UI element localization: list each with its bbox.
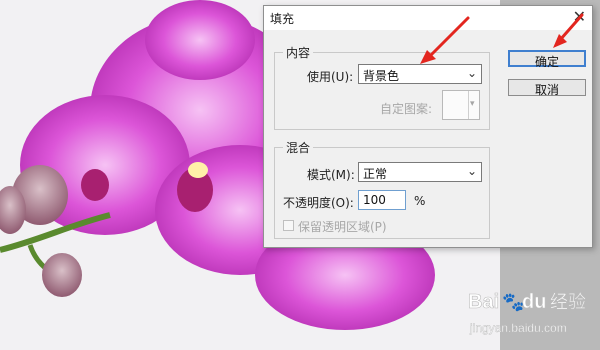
arrow-to-use-select bbox=[420, 16, 470, 64]
watermark-jingyan: 经验 bbox=[550, 292, 586, 313]
watermark-du: du bbox=[522, 291, 546, 313]
watermark-url: jingyan.baidu.com bbox=[469, 321, 567, 335]
arrow-to-ok-button bbox=[553, 13, 584, 48]
baidu-jingyan-watermark: Bai 🐾 du 经验 jingyan.baidu.com bbox=[468, 286, 598, 340]
watermark-logo: Bai 🐾 du 经验 jingyan.baidu.com bbox=[468, 291, 587, 336]
watermark-bai: Bai bbox=[468, 291, 499, 313]
